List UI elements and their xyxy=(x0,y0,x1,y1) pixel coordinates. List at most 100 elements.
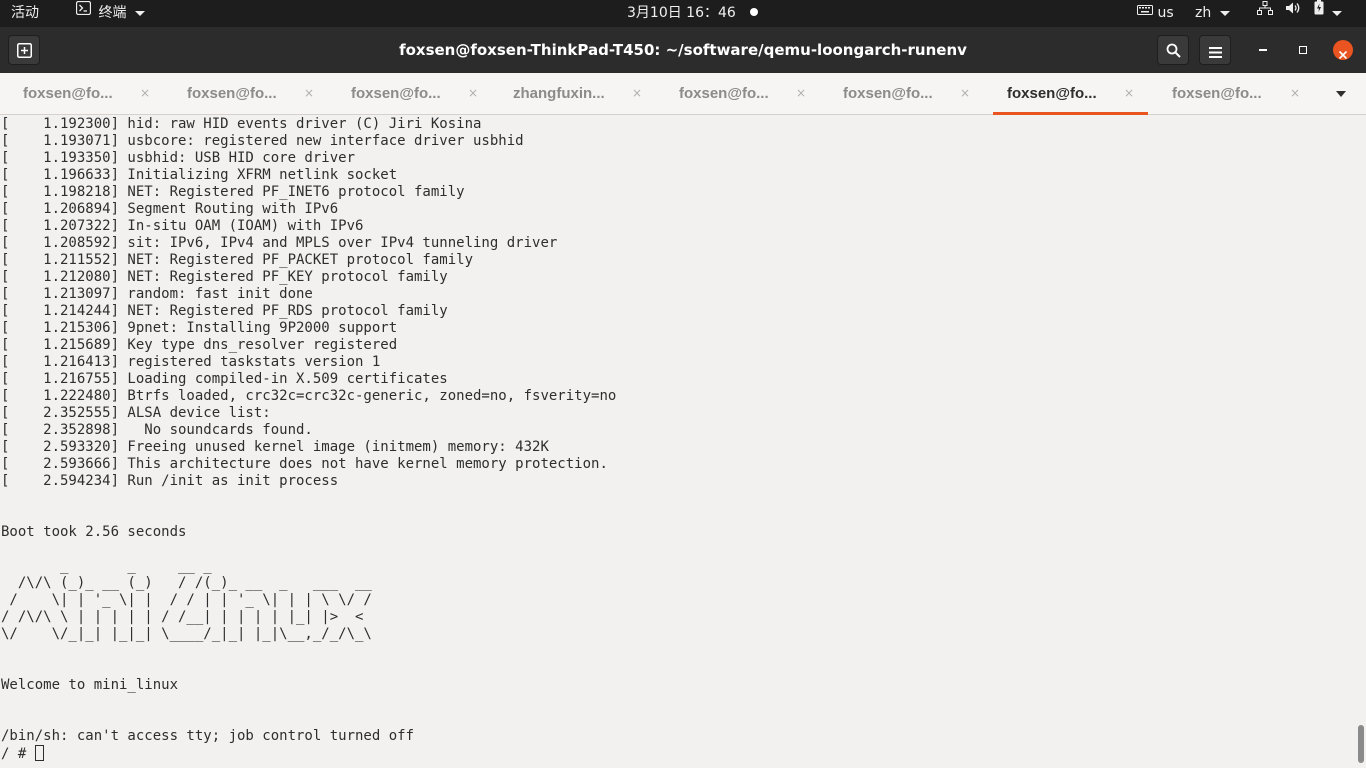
tab-close-icon[interactable]: × xyxy=(468,73,478,114)
tab-close-icon[interactable]: × xyxy=(632,73,642,114)
terminal-line: [ 1.212080] NET: Registered PF_KEY proto… xyxy=(1,269,448,285)
terminal-line: [ 2.593666] This architecture does not h… xyxy=(1,456,608,472)
input-method-label: zh xyxy=(1195,5,1212,21)
input-method-menu[interactable]: zh xyxy=(1195,0,1230,27)
terminal-output-area[interactable]: [ 1.192300] hid: raw HID events driver (… xyxy=(0,115,1366,768)
terminal-tab[interactable]: zhangfuxin... × xyxy=(492,73,656,114)
main-menu-button[interactable] xyxy=(1199,35,1231,65)
terminal-line: [ 2.594234] Run /init as init process xyxy=(1,473,339,489)
clock-label: 3月10日 16：46 xyxy=(627,5,736,21)
clock-button[interactable]: 3月10日 16：46 xyxy=(627,0,759,27)
terminal-line: / /\/\ \ | | | | | / /__| | | | | |_| |>… xyxy=(1,609,364,625)
tab-overflow-button[interactable] xyxy=(1331,87,1351,101)
terminal-icon xyxy=(75,0,92,25)
chevron-down-icon xyxy=(1336,91,1346,97)
terminal-line: [ 1.214244] NET: Registered PF_RDS proto… xyxy=(1,303,448,319)
tab-close-icon[interactable]: × xyxy=(796,73,806,114)
close-icon xyxy=(1338,45,1348,64)
text-cursor xyxy=(34,745,44,761)
terminal-line: [ 2.352555] ALSA device list: xyxy=(1,405,271,421)
hamburger-menu-icon xyxy=(1209,44,1222,63)
terminal-line: [ 1.211552] NET: Registered PF_PACKET pr… xyxy=(1,252,474,268)
tab-close-icon[interactable]: × xyxy=(960,73,970,114)
terminal-line: [ 2.352898] No soundcards found. xyxy=(1,422,313,438)
terminal-line: [ 1.215306] 9pnet: Installing 9P2000 sup… xyxy=(1,320,398,336)
terminal-tab[interactable]: foxsen@fo... × xyxy=(1149,73,1313,114)
terminal-line: / \| | '_ \| | / / | | '_ \| | | \ \/ / xyxy=(1,592,372,608)
terminal-line: [ 1.192300] hid: raw HID events driver (… xyxy=(1,116,482,132)
tab-close-icon[interactable]: × xyxy=(304,73,314,114)
terminal-tab[interactable]: foxsen@fo... × xyxy=(328,73,492,114)
terminal-line: [ 1.206894] Segment Routing with IPv6 xyxy=(1,201,339,217)
search-button[interactable] xyxy=(1157,35,1189,65)
terminal-line: /bin/sh: can't access tty; job control t… xyxy=(1,728,415,744)
terminal-line: [ 1.198218] NET: Registered PF_INET6 pro… xyxy=(1,184,465,200)
maximize-icon xyxy=(1299,46,1307,54)
activities-button[interactable]: 活动 xyxy=(11,0,39,27)
terminal-tab[interactable]: foxsen@fo... × xyxy=(164,73,328,114)
terminal-tab[interactable]: foxsen@fo... × xyxy=(0,73,164,114)
tab-label: foxsen@fo... xyxy=(1172,85,1262,102)
system-top-bar: 活动 终端 3月10日 16：46 us zh xyxy=(0,0,1366,27)
keyboard-icon xyxy=(1137,0,1153,25)
tab-label: foxsen@fo... xyxy=(351,85,441,102)
tab-close-icon[interactable]: × xyxy=(1124,73,1134,114)
terminal-text: [ 1.192300] hid: raw HID events driver (… xyxy=(1,116,616,762)
terminal-line: Boot took 2.56 seconds xyxy=(1,524,187,540)
terminal-line: Welcome to mini_linux xyxy=(1,677,179,693)
chevron-down-icon xyxy=(1219,10,1230,16)
keyboard-layout-indicator[interactable]: us xyxy=(1137,0,1174,27)
tab-bar: foxsen@fo... × foxsen@fo... × foxsen@fo.… xyxy=(0,73,1366,115)
close-window-button[interactable] xyxy=(1333,40,1353,60)
shell-prompt: / # xyxy=(1,746,35,762)
tab-label: zhangfuxin... xyxy=(513,85,605,102)
terminal-line: _ _ __ _ xyxy=(1,558,212,574)
tab-label: foxsen@fo... xyxy=(679,85,769,102)
chevron-down-icon xyxy=(1332,10,1343,16)
terminal-line: [ 1.208592] sit: IPv6, IPv4 and MPLS ove… xyxy=(1,235,558,251)
terminal-line: [ 1.216755] Loading compiled-in X.509 ce… xyxy=(1,371,448,387)
terminal-line: [ 1.216413] registered taskstats version… xyxy=(1,354,381,370)
chevron-down-icon xyxy=(134,10,145,16)
tab-close-icon[interactable]: × xyxy=(140,73,150,114)
terminal-line: /\/\ (_)_ __ (_) / /(_)_ __ _ ___ __ xyxy=(1,575,372,591)
window-header-bar: foxsen@foxsen-ThinkPad-T450: ~/software/… xyxy=(0,27,1366,73)
maximize-button[interactable] xyxy=(1293,40,1313,60)
terminal-tab[interactable]: foxsen@fo... × xyxy=(656,73,820,114)
tab-label: foxsen@fo... xyxy=(843,85,933,102)
terminal-line: \/ \/_|_| |_|_| \____/_|_| |_|\__,_/_/\_… xyxy=(1,626,372,642)
volume-icon xyxy=(1285,0,1301,25)
prompt-line: / # xyxy=(1,745,616,762)
minimize-button[interactable] xyxy=(1253,40,1273,60)
notification-dot-icon xyxy=(750,8,759,16)
search-icon xyxy=(1166,43,1181,62)
terminal-line: [ 1.196633] Initializing XFRM netlink so… xyxy=(1,167,398,183)
battery-icon xyxy=(1314,0,1324,25)
network-icon xyxy=(1257,0,1273,25)
terminal-tab[interactable]: foxsen@fo... × xyxy=(820,73,984,114)
system-status-menu[interactable] xyxy=(1257,0,1343,27)
terminal-line: [ 1.193071] usbcore: registered new inte… xyxy=(1,133,524,149)
keyboard-layout-label: us xyxy=(1157,5,1174,21)
terminal-tab-active[interactable]: foxsen@fo... × xyxy=(993,73,1148,115)
terminal-line: [ 1.215689] Key type dns_resolver regist… xyxy=(1,337,398,353)
terminal-line: [ 1.213097] random: fast init done xyxy=(1,286,313,302)
app-menu-button[interactable]: 终端 xyxy=(75,0,145,27)
tab-label: foxsen@fo... xyxy=(23,85,113,102)
app-menu-label: 终端 xyxy=(98,5,127,21)
terminal-line: [ 2.593320] Freeing unused kernel image … xyxy=(1,439,549,455)
tab-label: foxsen@fo... xyxy=(187,85,277,102)
terminal-line: [ 1.207322] In-situ OAM (IOAM) with IPv6 xyxy=(1,218,364,234)
minimize-icon xyxy=(1259,49,1267,51)
tab-close-icon[interactable]: × xyxy=(1290,73,1300,114)
scrollbar-thumb[interactable] xyxy=(1358,725,1364,763)
activities-label: 活动 xyxy=(11,5,39,21)
tab-label: foxsen@fo... xyxy=(1007,85,1097,102)
